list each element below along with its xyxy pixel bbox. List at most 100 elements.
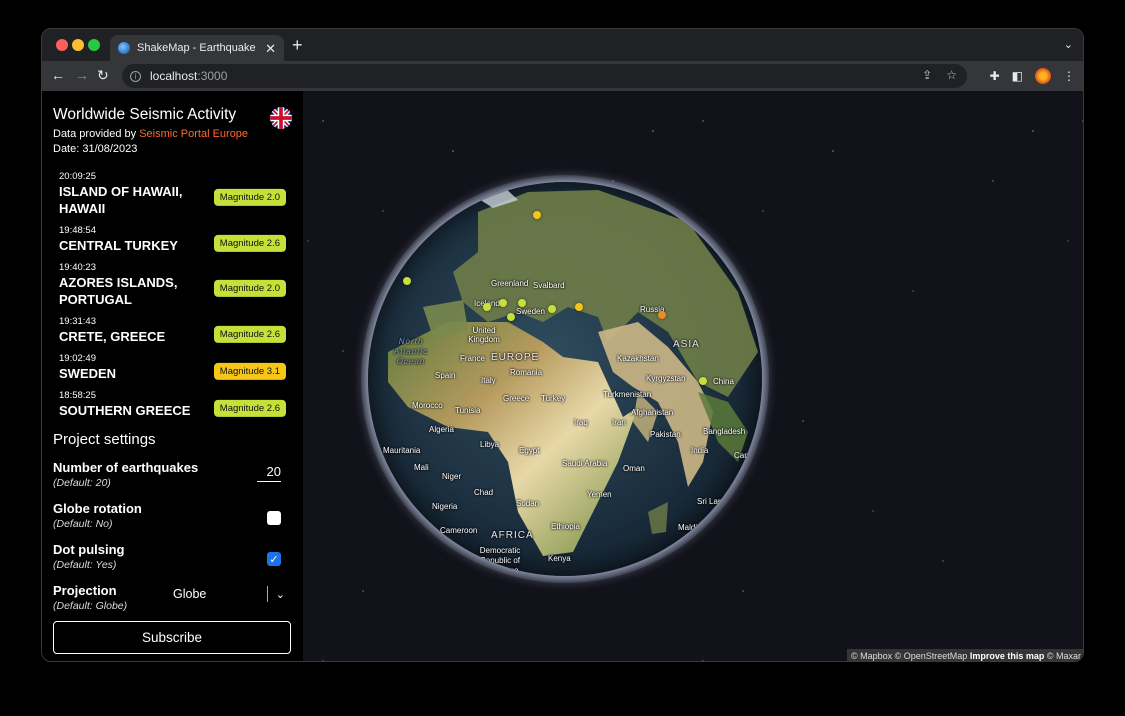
page-title: Worldwide Seismic Activity [53, 106, 237, 123]
osm-attribution-link[interactable]: © OpenStreetMap [895, 651, 968, 661]
map-label-sri-lanka: Sri Lanka [697, 497, 731, 506]
quake-marker[interactable] [548, 305, 556, 313]
data-provider: Data provided by Seismic Portal Europe [53, 128, 293, 140]
quake-marker[interactable] [403, 277, 411, 285]
map-label-sweden: Sweden [516, 307, 545, 316]
map-label-sudan: Sudan [516, 499, 540, 508]
setting-default: (Default: No) [53, 518, 113, 530]
tab-search-chevron-icon[interactable]: ⌄ [1064, 38, 1073, 51]
magnitude-badge: Magnitude 2.6 [213, 234, 286, 252]
quake-marker[interactable] [518, 299, 526, 307]
setting-dot-pulsing: Dot pulsing (Default: Yes) ✓ [53, 542, 293, 583]
project-settings: Project settings Number of earthquakes (… [53, 431, 293, 624]
chevron-down-icon[interactable]: ⌄ [276, 588, 285, 601]
share-icon[interactable]: ⇪ [922, 68, 932, 82]
earthquake-list[interactable]: 20:09:25 ISLAND OF HAWAII, HAWAII Magnit… [53, 171, 293, 429]
map-label-oman: Oman [623, 464, 645, 473]
list-item[interactable]: 19:31:43 CRETE, GREECE Magnitude 2.6 [53, 316, 293, 345]
globe-rotation-checkbox[interactable] [267, 511, 281, 525]
maximize-window-button[interactable] [88, 39, 100, 51]
side-panel-icon[interactable]: ◧ [1012, 69, 1023, 83]
quake-place: ISLAND OF HAWAII, HAWAII [59, 184, 183, 216]
magnitude-badge: Magnitude 2.0 [213, 279, 286, 297]
quake-time: 19:40:23 [59, 262, 96, 273]
improve-map-link[interactable]: Improve this map [970, 651, 1045, 661]
minimize-window-button[interactable] [72, 39, 84, 51]
browser-menu-icon[interactable]: ⋮ [1063, 69, 1075, 83]
map-label-cambodia: Cambodia [734, 451, 762, 460]
quake-place: SWEDEN [59, 366, 117, 381]
map-label-india: India [691, 446, 709, 455]
quake-place: CENTRAL TURKEY [59, 238, 178, 253]
list-item[interactable]: 19:02:49 SWEDEN Magnitude 3.1 [53, 353, 293, 382]
map-label-bangladesh: Bangladesh [703, 427, 746, 436]
map-label-afghanistan: Afghanistan [631, 408, 674, 417]
quake-marker[interactable] [699, 377, 707, 385]
map-label-italy: Italy [481, 376, 496, 385]
map-label-saudi: Saudi Arabia [562, 459, 608, 468]
map-label-cameroon: Cameroon [440, 526, 478, 535]
num-quakes-input[interactable]: 20 [257, 464, 281, 482]
list-item[interactable]: 18:58:25 SOUTHERN GREECE Magnitude 2.6 [53, 390, 293, 419]
extensions-puzzle-icon[interactable]: ✚ [990, 69, 1000, 83]
quake-place: SOUTHERN GREECE [59, 403, 191, 418]
maxar-attribution-link[interactable]: © Maxar [1047, 651, 1081, 661]
map-label-north-atlantic: North Atlantic Ocean [393, 337, 429, 366]
globe-favicon-icon [118, 42, 130, 54]
reload-icon[interactable]: ↻ [97, 67, 109, 83]
setting-label: Globe rotation [53, 501, 142, 516]
quake-marker[interactable] [658, 311, 666, 319]
quake-marker[interactable] [499, 299, 507, 307]
setting-num-quakes: Number of earthquakes (Default: 20) 20 [53, 460, 293, 501]
tab-bar: ShakeMap - Earthquake Visualization ✕ + … [42, 29, 1083, 61]
quake-marker[interactable] [533, 211, 541, 219]
quake-marker[interactable] [483, 303, 491, 311]
map-label-iraq: Iraq [574, 418, 588, 427]
map-label-romania: Romania [510, 368, 543, 377]
map-attribution: © Mapbox © OpenStreetMap Improve this ma… [846, 649, 1083, 661]
checkmark-icon: ✓ [269, 553, 279, 566]
subscribe-button[interactable]: Subscribe [53, 621, 291, 654]
list-item[interactable]: 19:40:23 AZORES ISLANDS, PORTUGAL Magnit… [53, 262, 293, 308]
projection-select[interactable]: Globe ⌄ [173, 585, 285, 603]
back-arrow-icon[interactable]: ← [51, 67, 65, 83]
tab-title: ShakeMap - Earthquake Visualization [137, 42, 259, 54]
bookmark-star-icon[interactable]: ☆ [946, 68, 957, 82]
list-item[interactable]: 20:09:25 ISLAND OF HAWAII, HAWAII Magnit… [53, 171, 293, 217]
map-label-ethiopia: Ethiopia [551, 522, 580, 531]
projection-value: Globe [173, 587, 207, 601]
map-label-greenland: Greenland [491, 279, 529, 288]
map-view[interactable]: Greenland Svalbard Iceland Sweden Russia… [303, 91, 1083, 661]
setting-label: Dot pulsing [53, 542, 125, 557]
map-label-europe: EUROPE [491, 352, 540, 363]
sidebar: Worldwide Seismic Activity Data provided… [42, 91, 303, 661]
url-port: :3000 [197, 69, 228, 83]
quake-time: 20:09:25 [59, 171, 96, 182]
quake-place: AZORES ISLANDS, PORTUGAL [59, 275, 178, 307]
address-bar[interactable]: i localhost:3000 ⇪ ☆ [122, 64, 967, 88]
map-label-mali: Mali [414, 463, 429, 472]
map-label-malaysia: Malaysia [738, 482, 762, 491]
map-label-asia: ASIA [673, 339, 700, 350]
quake-marker[interactable] [575, 303, 583, 311]
close-window-button[interactable] [56, 39, 68, 51]
profile-avatar-icon[interactable] [1035, 68, 1051, 84]
browser-tab[interactable]: ShakeMap - Earthquake Visualization ✕ [110, 35, 284, 61]
new-tab-plus-icon[interactable]: + [292, 36, 303, 54]
uk-flag-language-icon[interactable] [270, 107, 292, 129]
map-label-drc: Democratic Republic of the Congo [479, 546, 521, 575]
magnitude-badge: Magnitude 2.0 [213, 188, 286, 206]
page-content: Worldwide Seismic Activity Data provided… [42, 91, 1083, 661]
map-label-nigeria: Nigeria [432, 502, 458, 511]
list-item[interactable]: 19:48:54 CENTRAL TURKEY Magnitude 2.6 [53, 225, 293, 254]
mapbox-attribution-link[interactable]: © Mapbox [851, 651, 892, 661]
info-icon[interactable]: i [130, 70, 141, 82]
provider-link[interactable]: Seismic Portal Europe [139, 128, 248, 140]
forward-arrow-icon[interactable]: → [75, 67, 89, 83]
map-label-algeria: Algeria [429, 425, 454, 434]
quake-marker[interactable] [507, 313, 515, 321]
dot-pulsing-checkbox[interactable]: ✓ [267, 552, 281, 566]
setting-globe-rotation: Globe rotation (Default: No) [53, 501, 293, 542]
tab-close-icon[interactable]: ✕ [265, 42, 276, 55]
map-label-kenya: Kenya [548, 554, 571, 563]
